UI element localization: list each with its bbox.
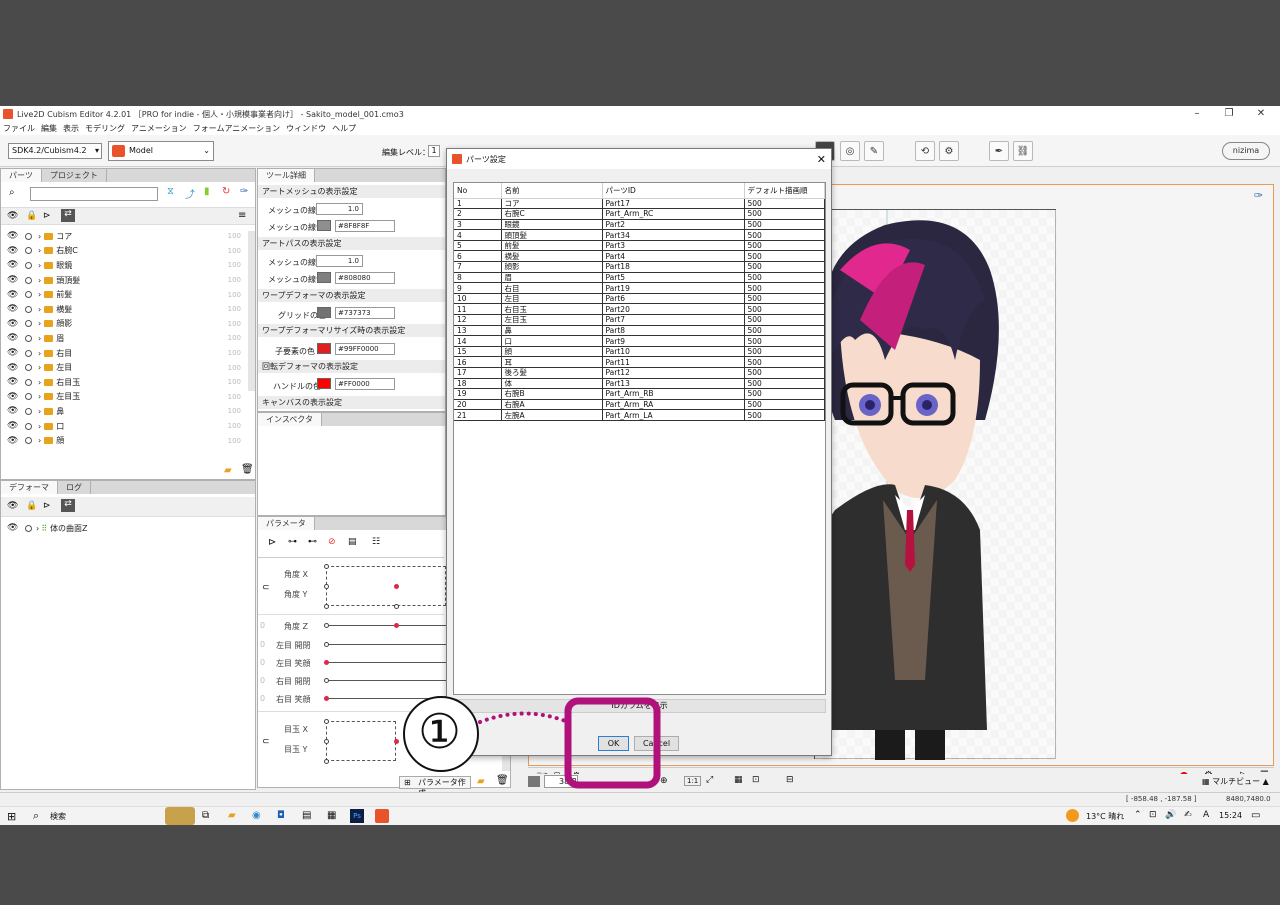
explorer-icon[interactable]: ▰: [228, 810, 236, 821]
annotation-overlay: [403, 696, 661, 789]
task-view-icon[interactable]: ⧉: [202, 810, 209, 821]
clock[interactable]: 15:24: [1219, 811, 1242, 820]
pen-icon[interactable]: ✍: [1184, 810, 1192, 820]
annotation-dotted-line: [478, 711, 570, 724]
cubism-taskbar-icon[interactable]: [375, 809, 389, 823]
search-icon[interactable]: ⌕: [33, 809, 39, 823]
edge-icon[interactable]: ◉: [252, 810, 261, 821]
annotation-number: ①: [418, 704, 462, 760]
photoshop-icon[interactable]: Ps: [350, 809, 364, 823]
tray-chevron-icon[interactable]: ⌃: [1134, 810, 1142, 820]
weather-text[interactable]: 13°C 晴れ: [1086, 811, 1124, 822]
notepad-icon[interactable]: ▤: [302, 810, 311, 821]
taskbar: ⊞ ⌕ 検索 ⧉ ▰ ◉ ◘ ▤ ▦ Ps 13°C 晴れ ⌃ ⊡ 🔊 ✍ A …: [0, 806, 1280, 825]
ime-indicator[interactable]: A: [1203, 810, 1209, 820]
calculator-icon[interactable]: ▦: [327, 810, 336, 821]
volume-icon[interactable]: 🔊: [1165, 810, 1176, 820]
windows-start-icon[interactable]: ⊞: [7, 810, 16, 823]
taskbar-search-label[interactable]: 検索: [50, 811, 66, 822]
outlook-icon[interactable]: ◘: [277, 810, 285, 821]
annotation-highlight-box: [564, 697, 661, 789]
weather-icon: [1066, 809, 1079, 822]
taskbar-decoration-icon: [165, 807, 195, 825]
network-icon[interactable]: ⊡: [1149, 810, 1157, 820]
notification-icon[interactable]: ▭: [1251, 810, 1260, 821]
